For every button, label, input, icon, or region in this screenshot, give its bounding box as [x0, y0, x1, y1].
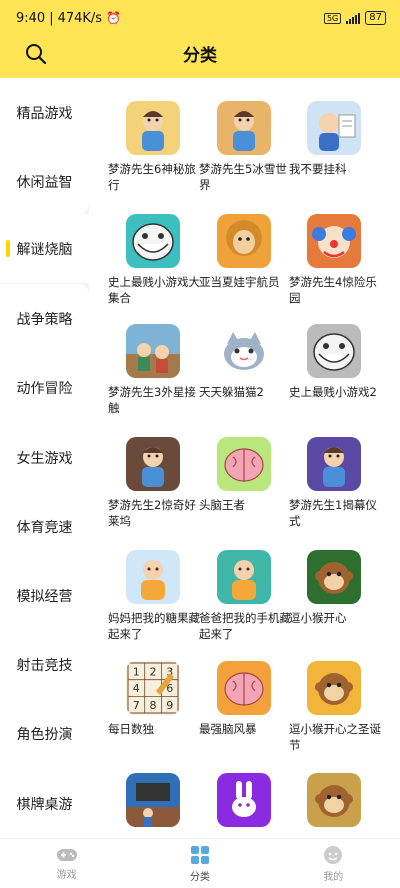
app-header: 9:40 | 474K/s ⏰ 5G 87 分类: [0, 0, 400, 78]
status-speed: 474K/s: [57, 10, 103, 26]
game-name[interactable]: 梦游先生4惊险乐园: [289, 274, 385, 306]
game-name[interactable]: 我不要挂科: [289, 161, 385, 177]
sudoku-icon[interactable]: 12346789: [126, 661, 180, 715]
monkey-icon[interactable]: [307, 773, 361, 827]
cartoon-man-icon[interactable]: [217, 101, 271, 155]
game-name[interactable]: 梦游先生3外星接触: [108, 384, 204, 416]
student-icon[interactable]: [307, 101, 361, 155]
category-sidebar: 精品游戏 休闲益智 解谜烧脑 战争策略 动作冒险 女生游戏 体育竞速 模拟经营 …: [0, 78, 89, 838]
category-item[interactable]: 精品游戏: [0, 78, 89, 147]
network-type: 5G: [323, 12, 342, 24]
game-grid: 梦游先生6神秘旅行 梦游先生5冰雪世界 我不要挂科史上最贱小游戏大集合 亚当夏娃宇航员…: [89, 78, 400, 838]
game-name[interactable]: 爸爸把我的手机藏起来了: [199, 610, 295, 642]
grid-icon: [190, 845, 209, 864]
gamepad-icon: [56, 848, 77, 861]
game-name[interactable]: 每日数独: [108, 721, 204, 737]
signal-icon: [346, 12, 361, 24]
clown-icon[interactable]: [307, 214, 361, 268]
brain-icon[interactable]: [217, 661, 271, 715]
cartoon-man-icon[interactable]: [307, 437, 361, 491]
game-name[interactable]: 梦游先生2惊奇好莱坞: [108, 497, 204, 529]
title-bar: 分类: [0, 36, 400, 70]
cartoon-man-icon[interactable]: [126, 437, 180, 491]
bottom-nav: 游戏 分类 我的: [0, 838, 400, 888]
monkey-icon[interactable]: [307, 661, 361, 715]
tab-games[interactable]: 游戏: [0, 839, 133, 888]
status-bar: 9:40 | 474K/s ⏰ 5G 87: [16, 6, 386, 30]
svg-text:2: 2: [150, 666, 157, 679]
game-name[interactable]: 史上最贱小游戏大集合: [108, 274, 204, 306]
svg-text:1: 1: [133, 666, 140, 679]
bunny-icon[interactable]: [217, 773, 271, 827]
game-name[interactable]: 梦游先生6神秘旅行: [108, 161, 204, 193]
troll-face-icon[interactable]: [126, 214, 180, 268]
status-time: 9:40: [16, 10, 46, 26]
kid-icon[interactable]: [126, 550, 180, 604]
game-name[interactable]: 妈妈把我的糖果藏起来了: [108, 610, 204, 642]
game-name[interactable]: 梦游先生5冰雪世界: [199, 161, 295, 193]
game-name[interactable]: 头脑王者: [199, 497, 295, 513]
game-name[interactable]: 亚当夏娃宇航员: [199, 274, 295, 290]
svg-text:9: 9: [166, 699, 173, 712]
monkey-icon[interactable]: [307, 550, 361, 604]
game-name[interactable]: 梦游先生1揭幕仪式: [289, 497, 385, 529]
search-icon[interactable]: [24, 42, 48, 66]
brain-icon[interactable]: [217, 437, 271, 491]
category-item[interactable]: 女生游戏: [0, 423, 89, 492]
active-indicator: [6, 240, 10, 257]
svg-text:4: 4: [133, 682, 140, 695]
game-name[interactable]: 逗小猴开心: [289, 610, 385, 626]
category-item-active[interactable]: 解谜烧脑: [0, 214, 89, 283]
caveman-icon[interactable]: [217, 214, 271, 268]
tab-category[interactable]: 分类: [133, 839, 266, 888]
room-scene-icon[interactable]: [126, 773, 180, 827]
face-icon: [324, 845, 343, 864]
cartoon-scene-icon[interactable]: [126, 324, 180, 378]
category-item[interactable]: 模拟经营: [0, 561, 89, 630]
game-name[interactable]: 最强脑风暴: [199, 721, 295, 737]
alarm-icon: ⏰: [106, 11, 122, 25]
category-item[interactable]: 动作冒险: [0, 353, 89, 422]
page-title: 分类: [183, 45, 217, 66]
cartoon-man-icon[interactable]: [126, 101, 180, 155]
svg-text:8: 8: [150, 699, 157, 712]
tab-mine[interactable]: 我的: [267, 839, 400, 888]
battery-level: 87: [365, 11, 386, 25]
category-item[interactable]: 体育竞速: [0, 492, 89, 561]
category-item[interactable]: 角色扮演: [0, 699, 89, 768]
category-item[interactable]: 战争策略: [0, 284, 89, 353]
category-item[interactable]: 棋牌桌游: [0, 769, 89, 838]
category-item[interactable]: 休闲益智: [0, 147, 89, 216]
category-item[interactable]: 射击竞技: [0, 630, 89, 699]
kid-icon[interactable]: [217, 550, 271, 604]
game-name[interactable]: 逗小猴开心之圣诞节: [289, 721, 385, 753]
svg-text:7: 7: [133, 699, 140, 712]
game-name[interactable]: 史上最贱小游戏2: [289, 384, 385, 400]
cat-icon[interactable]: [217, 324, 271, 378]
troll-face-icon[interactable]: [307, 324, 361, 378]
game-name[interactable]: 天天躲猫猫2: [199, 384, 295, 400]
